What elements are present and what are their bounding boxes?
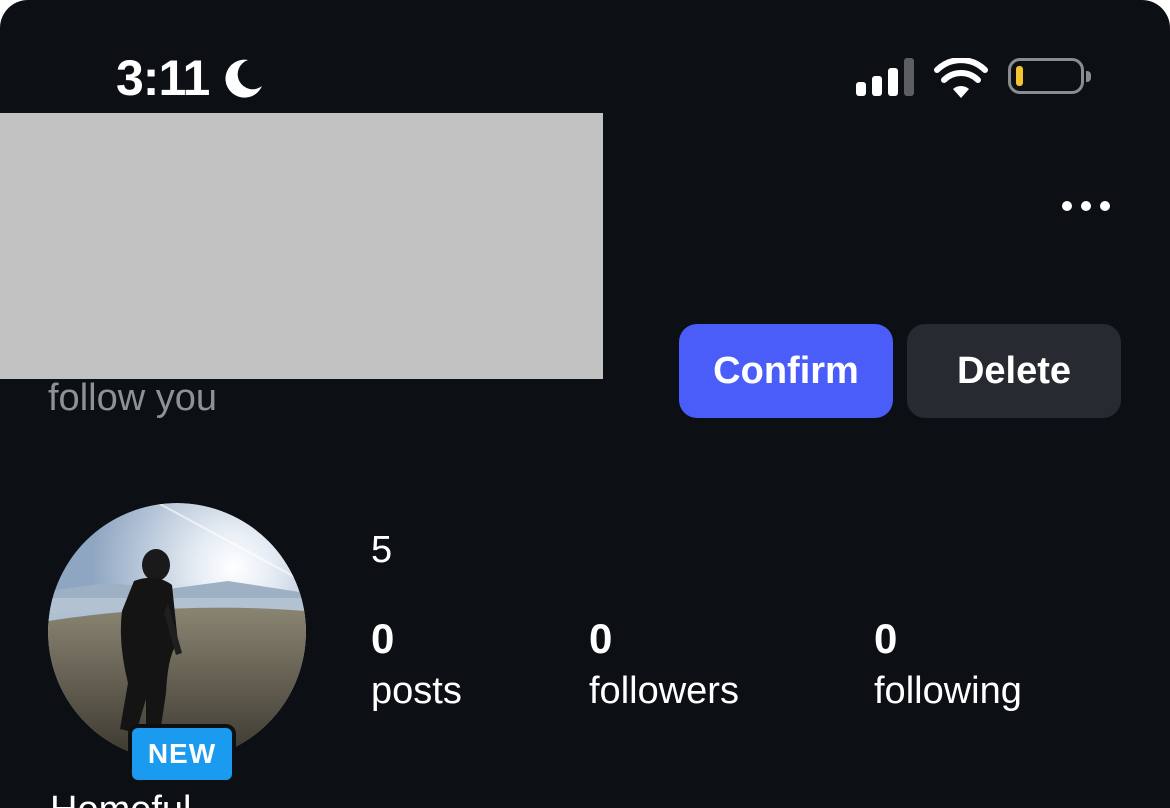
- profile-screen: 3:11 follow you Confirm Delete NEW 5 0 p…: [0, 0, 1170, 808]
- stat-value: 0: [874, 615, 898, 662]
- follow-request-text: follow you: [48, 377, 217, 419]
- stat-followers[interactable]: 0 followers: [589, 614, 739, 716]
- redacted-area: [0, 113, 603, 379]
- stat-posts[interactable]: 0 posts: [371, 614, 462, 716]
- stat-following[interactable]: 0 following: [874, 614, 1022, 716]
- moon-icon: [225, 59, 262, 98]
- profile-top-value: 5: [371, 529, 393, 571]
- stat-label: following: [874, 670, 1022, 712]
- profile-avatar[interactable]: NEW: [48, 503, 306, 784]
- stat-value: 0: [371, 615, 395, 662]
- cellular-signal-icon: [856, 58, 914, 96]
- confirm-button[interactable]: Confirm: [679, 324, 893, 418]
- status-time: 3:11: [116, 50, 210, 106]
- delete-button[interactable]: Delete: [907, 324, 1121, 418]
- stat-label: posts: [371, 670, 462, 712]
- avatar-photo: [48, 503, 306, 761]
- stat-value: 0: [589, 615, 613, 662]
- new-badge: NEW: [128, 724, 236, 784]
- stat-label: followers: [589, 670, 739, 712]
- battery-icon: [1008, 58, 1091, 94]
- wifi-icon: [934, 58, 988, 98]
- bio-text: Homeful: [50, 788, 192, 808]
- more-options-icon[interactable]: [1058, 196, 1116, 218]
